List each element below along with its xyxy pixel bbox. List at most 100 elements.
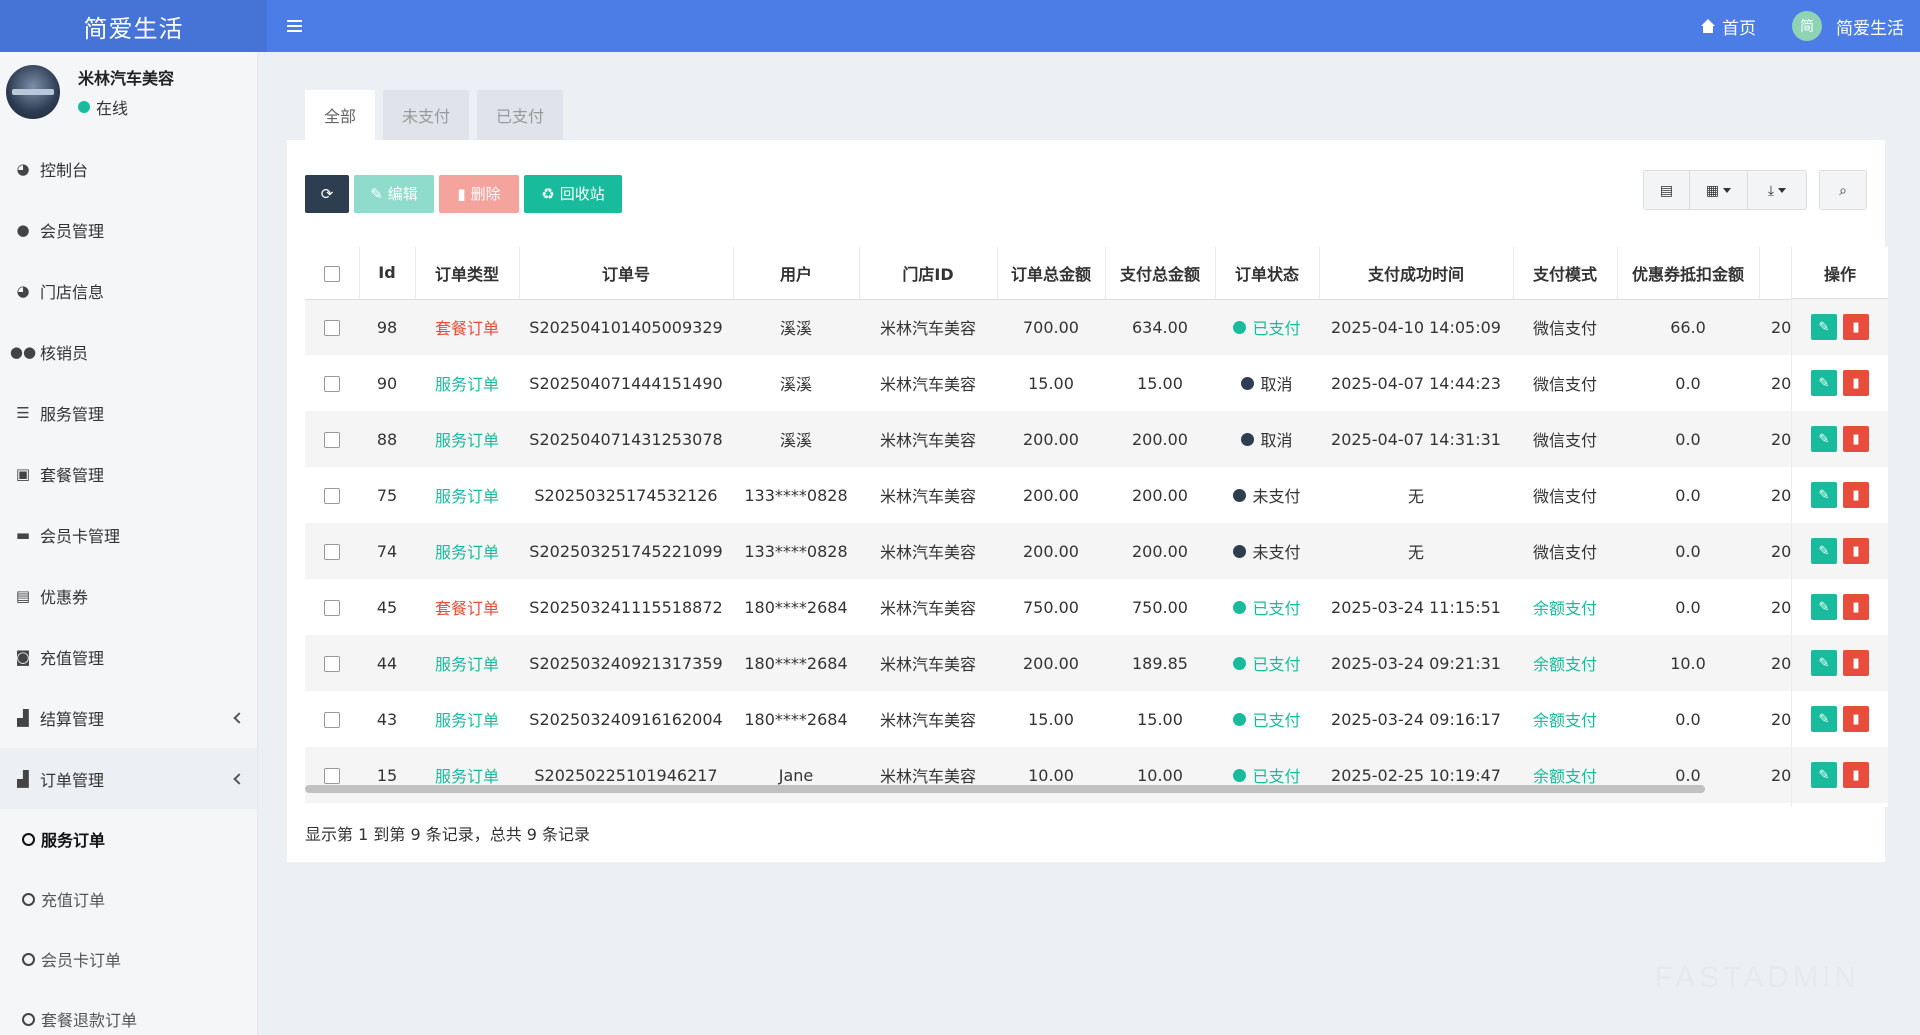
row-delete-button[interactable]: ▮ <box>1843 762 1869 788</box>
recycle-bin-button[interactable]: ♻ 回收站 <box>524 174 622 213</box>
row-checkbox[interactable] <box>324 712 340 728</box>
cell-order-no: S202503241115518872 <box>529 597 723 617</box>
header-paid-total[interactable]: 支付总金额 <box>1105 247 1216 300</box>
header-order-status[interactable]: 订单状态 <box>1215 247 1320 300</box>
header-store-id[interactable]: 门店ID <box>859 247 998 300</box>
row-delete-button[interactable]: ▮ <box>1843 482 1869 508</box>
row-delete-button[interactable]: ▮ <box>1843 594 1869 620</box>
grid-icon: ▦ <box>1705 181 1720 198</box>
row-checkbox-cell[interactable] <box>305 635 359 691</box>
table-row[interactable]: 98 套餐订单 S202504101405009329 溪溪 米林汽车美容 700.00 6… <box>305 299 1819 355</box>
row-checkbox-cell[interactable] <box>305 411 359 467</box>
list-view-icon: ▤ <box>1659 181 1674 198</box>
header-order-total[interactable]: 订单总金额 <box>997 247 1106 300</box>
row-checkbox[interactable] <box>324 544 340 560</box>
toggle-view-button[interactable]: ▤ <box>1644 171 1690 209</box>
row-delete-button[interactable]: ▮ <box>1843 426 1869 452</box>
horizontal-scrollbar[interactable] <box>305 785 1705 793</box>
row-checkbox-cell[interactable] <box>305 467 359 523</box>
cell-pay-time: 2025-03-24 11:15:51 <box>1331 597 1501 617</box>
row-checkbox-cell[interactable] <box>305 747 359 803</box>
row-edit-button[interactable]: ✎ <box>1811 762 1837 788</box>
brand-logo[interactable]: 简爱生活 <box>0 0 267 52</box>
sidebar-item-3[interactable]: ●● 核销员 <box>0 321 257 382</box>
sidebar-item-7[interactable]: ▤ 优惠券 <box>0 565 257 626</box>
row-edit-button[interactable]: ✎ <box>1811 594 1837 620</box>
row-delete-button[interactable]: ▮ <box>1843 650 1869 676</box>
table-row[interactable]: 75 服务订单 S20250325174532126 133****0828 米林汽车美… <box>305 467 1819 523</box>
sidebar-subitem-1[interactable]: 充值订单 <box>0 869 257 929</box>
cell-id: 45 <box>376 597 398 617</box>
table-row[interactable]: 43 服务订单 S202503240916162004 180****2684 米林汽车… <box>305 691 1819 747</box>
row-delete-button[interactable]: ▮ <box>1843 538 1869 564</box>
table-row[interactable]: 88 服务订单 S202504071431253078 溪溪 米林汽车美容 200.00 2… <box>305 411 1819 467</box>
select-all-checkbox[interactable] <box>323 265 340 282</box>
sidebar-subitem-2[interactable]: 会员卡订单 <box>0 929 257 989</box>
table-row[interactable]: 74 服务订单 S202503251745221099 133****0828 米林汽车… <box>305 523 1819 579</box>
header-order-no[interactable]: 订单号 <box>519 247 734 300</box>
orders-table-wrap[interactable]: Id 订单类型 订单号 用户 门店ID 订单总金额 支付总金额 订单状态 支付成… <box>305 247 1888 807</box>
sidebar-item-10[interactable]: ▟ 订单管理 <box>0 748 257 809</box>
sidebar-item-2[interactable]: ◕ 门店信息 <box>0 260 257 321</box>
row-edit-button[interactable]: ✎ <box>1811 650 1837 676</box>
row-checkbox[interactable] <box>324 320 340 337</box>
search-icon: ⌕ <box>1839 181 1847 198</box>
row-delete-button[interactable]: ▮ <box>1843 370 1869 396</box>
sidebar-toggle-icon[interactable] <box>287 11 317 41</box>
sidebar-item-4[interactable]: ☰ 服务管理 <box>0 382 257 443</box>
row-checkbox[interactable] <box>324 432 340 448</box>
home-link[interactable]: 首页 <box>1700 14 1756 39</box>
row-edit-button[interactable]: ✎ <box>1811 426 1837 452</box>
row-edit-button[interactable]: ✎ <box>1811 538 1837 564</box>
header-pay-mode[interactable]: 支付模式 <box>1513 247 1618 300</box>
sidebar-item-5[interactable]: ▣ 套餐管理 <box>0 443 257 504</box>
row-checkbox[interactable] <box>324 376 340 392</box>
table-row[interactable]: 44 服务订单 S202503240921317359 180****2684 米林汽车… <box>305 635 1819 691</box>
header-order-type[interactable]: 订单类型 <box>415 247 520 300</box>
sidebar-item-9[interactable]: ▟ 结算管理 <box>0 687 257 748</box>
row-checkbox[interactable] <box>324 488 340 504</box>
table-row[interactable]: 90 服务订单 S202504071444151490 溪溪 米林汽车美容 15.00 15… <box>305 355 1819 411</box>
sidebar-subitem-0[interactable]: 服务订单 <box>0 809 257 869</box>
tab-unpaid[interactable]: 未支付 <box>383 90 469 140</box>
row-checkbox-cell[interactable] <box>305 691 359 747</box>
row-checkbox[interactable] <box>324 600 340 616</box>
table-row[interactable]: 45 套餐订单 S202503241115518872 180****2684 米林汽车… <box>305 579 1819 635</box>
delete-button[interactable]: ▮ 删除 <box>439 174 519 213</box>
row-checkbox[interactable] <box>324 656 340 672</box>
header-id[interactable]: Id <box>359 247 416 300</box>
header-coupon[interactable]: 优惠券抵扣金额 <box>1617 247 1760 300</box>
sidebar-subitem-3[interactable]: 套餐退款订单 <box>0 989 257 1035</box>
row-checkbox-cell[interactable] <box>305 355 359 411</box>
export-button[interactable]: ⤓ <box>1748 171 1806 209</box>
row-delete-button[interactable]: ▮ <box>1843 706 1869 732</box>
search-button[interactable]: ⌕ <box>1820 171 1866 209</box>
table-row[interactable]: 15 服务订单 S20250225101946217 Jane 米林汽车美容 10.00 1… <box>305 747 1819 803</box>
edit-button[interactable]: ✎ 编辑 <box>354 174 434 213</box>
refresh-button[interactable]: ⟳ <box>305 174 349 213</box>
row-edit-button[interactable]: ✎ <box>1811 314 1837 340</box>
row-checkbox-cell[interactable] <box>305 299 359 355</box>
sidebar-item-6[interactable]: ▬ 会员卡管理 <box>0 504 257 565</box>
row-checkbox-cell[interactable] <box>305 579 359 635</box>
columns-button[interactable]: ▦ <box>1690 171 1748 209</box>
row-edit-button[interactable]: ✎ <box>1811 706 1837 732</box>
row-operations: ✎ ▮ <box>1792 523 1888 579</box>
sidebar-item-label: 充值管理 <box>40 648 105 668</box>
row-delete-button[interactable]: ▮ <box>1843 314 1869 340</box>
row-edit-button[interactable]: ✎ <box>1811 482 1837 508</box>
row-checkbox-cell[interactable] <box>305 523 359 579</box>
sidebar-item-1[interactable]: ● 会员管理 <box>0 199 257 260</box>
header-user[interactable]: 用户 <box>733 247 860 300</box>
cell-order-no: S202503240916162004 <box>529 709 723 729</box>
row-edit-button[interactable]: ✎ <box>1811 370 1837 396</box>
tab-all[interactable]: 全部 <box>305 90 375 140</box>
tab-paid[interactable]: 已支付 <box>477 90 563 140</box>
cell-id: 15 <box>359 747 415 803</box>
header-checkbox-cell[interactable] <box>305 247 360 300</box>
row-checkbox[interactable] <box>324 768 340 784</box>
sidebar-item-0[interactable]: ◕ 控制台 <box>0 138 257 199</box>
sidebar-item-8[interactable]: ◙ 充值管理 <box>0 626 257 687</box>
header-pay-time[interactable]: 支付成功时间 <box>1319 247 1514 300</box>
user-menu[interactable]: 简 简爱生活 <box>1792 11 1904 41</box>
